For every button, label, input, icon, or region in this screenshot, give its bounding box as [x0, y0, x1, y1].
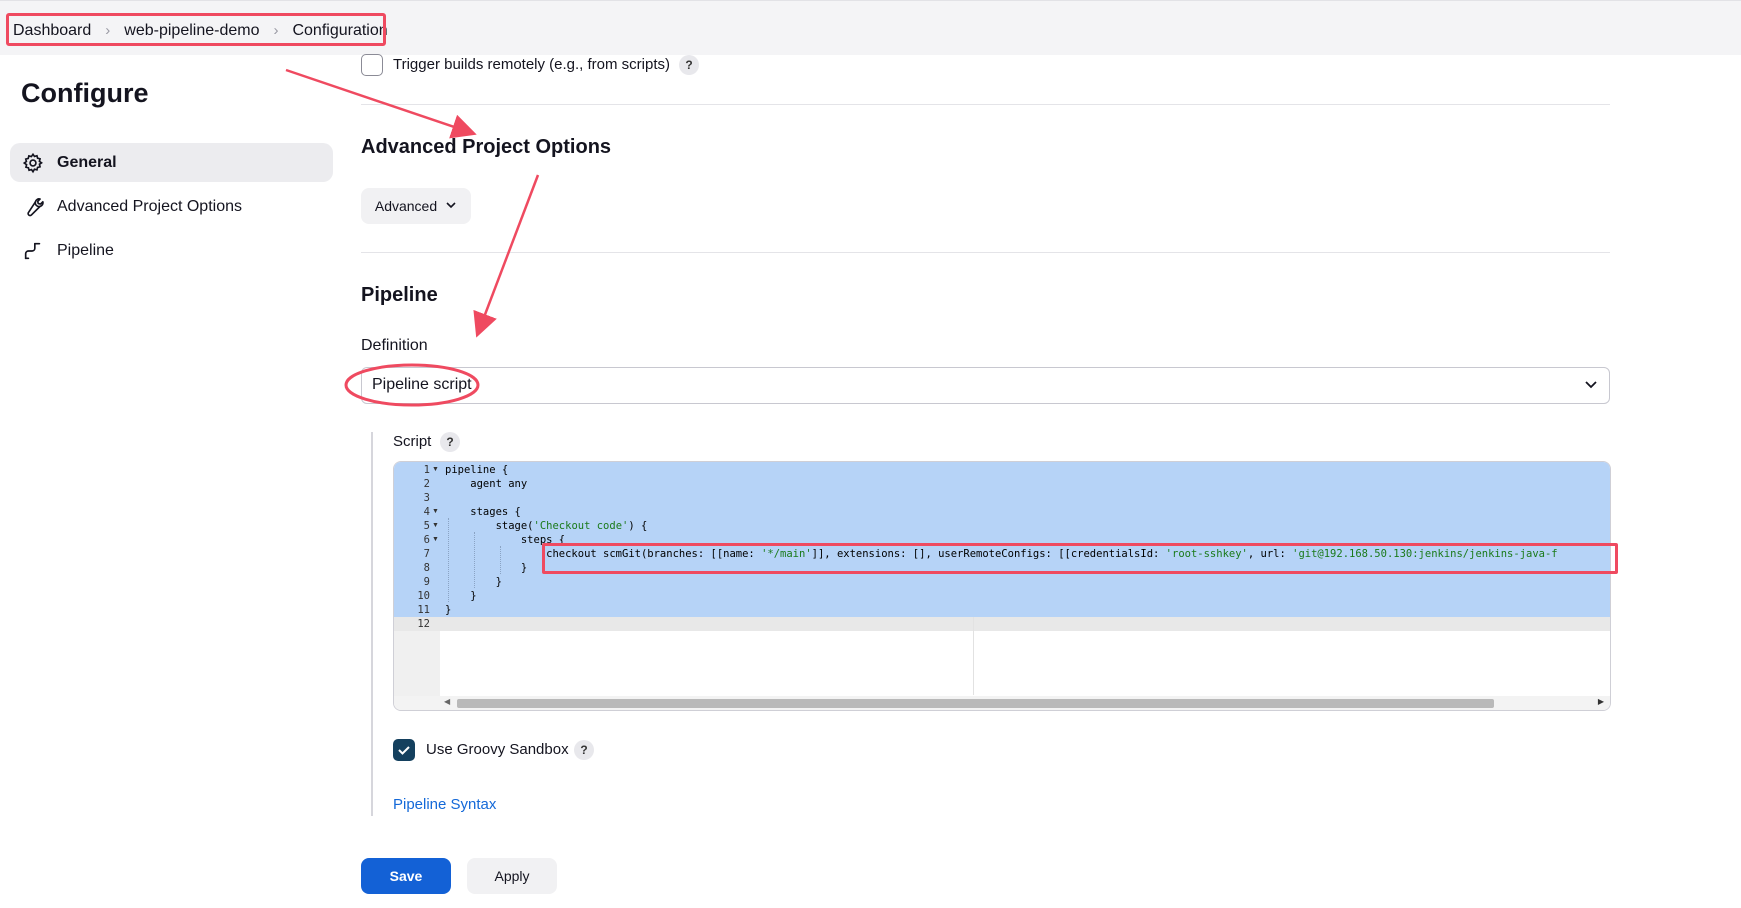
line-number: 5: [423, 520, 430, 532]
sidebar-item-general[interactable]: General: [10, 143, 333, 182]
script-editor[interactable]: 1 2 3 4 5 6 7 8 9 10 11 12 ▼ ▼ ▼ ▼ pipel…: [393, 461, 1611, 711]
scroll-left-arrow-icon[interactable]: ◀: [444, 697, 450, 706]
divider: [361, 104, 1610, 105]
chevron-down-icon: [445, 198, 457, 214]
definition-label: Definition: [361, 337, 428, 354]
line-number: 6: [423, 534, 430, 546]
breadcrumb-highlight-box: [6, 13, 386, 46]
trigger-help-icon[interactable]: ?: [679, 55, 699, 75]
code-line: stage('Checkout code') {: [445, 520, 648, 532]
annotation-arrow: [285, 68, 477, 139]
print-margin: [973, 617, 974, 695]
scroll-right-arrow-icon[interactable]: ▶: [1598, 697, 1604, 706]
line-number: 9: [423, 576, 430, 588]
apply-button[interactable]: Apply: [467, 858, 557, 894]
code-line: agent any: [445, 478, 528, 490]
sidebar-item-label: Advanced Project Options: [57, 197, 242, 215]
divider: [361, 252, 1610, 253]
active-line: [394, 617, 1610, 631]
line-number: 1: [423, 464, 430, 476]
sidebar-item-advanced-project-options[interactable]: Advanced Project Options: [10, 187, 333, 226]
annotation-overlay: [285, 68, 540, 407]
checkmark-icon: [398, 746, 410, 755]
definition-select[interactable]: Pipeline script: [361, 367, 1610, 404]
editor-horizontal-scrollbar[interactable]: ◀ ▶: [394, 696, 1610, 710]
nested-section-bar: [371, 432, 373, 816]
advanced-section-title: Advanced Project Options: [361, 136, 612, 158]
chevron-down-icon: [1583, 376, 1599, 397]
code-line: pipeline {: [445, 464, 509, 476]
annotation-arrow: [473, 174, 540, 338]
wrench-icon: [21, 195, 45, 219]
script-label: Script: [393, 433, 432, 450]
line-number: 2: [423, 478, 430, 490]
line-number: 12: [417, 618, 430, 630]
sandbox-help-icon[interactable]: ?: [574, 740, 594, 760]
trigger-remote-checkbox[interactable]: [361, 54, 383, 76]
code-line: }: [445, 604, 452, 616]
sidebar-item-label: General: [57, 153, 117, 171]
advanced-button-label: Advanced: [374, 198, 438, 214]
line-number: 10: [417, 590, 430, 602]
script-help-icon[interactable]: ?: [440, 432, 460, 452]
line-number: 7: [423, 548, 430, 560]
text-selection: [440, 462, 1610, 617]
fold-arrow-icon[interactable]: ▼: [432, 522, 439, 529]
definition-select-value: Pipeline script: [372, 376, 472, 393]
code-line: }: [445, 562, 528, 574]
save-button[interactable]: Save: [361, 858, 451, 894]
code-line-highlight-box: [542, 543, 1618, 574]
fold-arrow-icon[interactable]: ▼: [432, 508, 439, 515]
line-number: 11: [417, 604, 430, 616]
pipeline-section-title: Pipeline: [361, 284, 438, 306]
line-number: 3: [423, 492, 430, 504]
line-number: 8: [423, 562, 430, 574]
gear-icon: [21, 151, 45, 175]
trigger-remote-label: Trigger builds remotely (e.g., from scri…: [393, 56, 671, 73]
scrollbar-thumb[interactable]: [457, 699, 1494, 708]
line-number: 4: [423, 506, 430, 518]
page-title: Configure: [21, 78, 149, 108]
sidebar-item-pipeline[interactable]: Pipeline: [10, 231, 333, 270]
code-line: stages {: [445, 506, 521, 518]
fold-arrow-icon[interactable]: ▼: [432, 466, 439, 473]
code-line: }: [445, 590, 477, 602]
code-line: }: [445, 576, 502, 588]
groovy-sandbox-label: Use Groovy Sandbox: [426, 741, 569, 758]
pipeline-icon: [21, 239, 45, 263]
fold-arrow-icon[interactable]: ▼: [432, 536, 439, 543]
groovy-sandbox-checkbox[interactable]: [393, 739, 415, 761]
pipeline-syntax-link[interactable]: Pipeline Syntax: [393, 796, 496, 813]
advanced-button[interactable]: Advanced: [361, 188, 471, 224]
sidebar-item-label: Pipeline: [57, 241, 114, 259]
